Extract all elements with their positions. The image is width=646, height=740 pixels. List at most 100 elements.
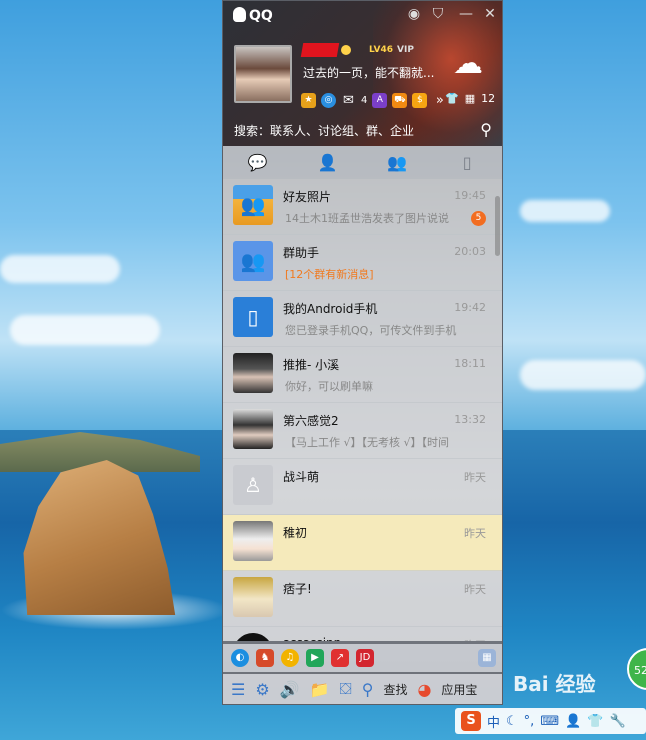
mail-icon[interactable]: ✉ [341,93,356,108]
conversation-time: 18:11 [454,357,486,370]
title-bar[interactable]: QQ ◉ ⛉ — ✕ [223,1,502,31]
conversation-item[interactable]: assassinn 昨天 [223,627,502,641]
cloud [0,255,120,283]
game-app-icon[interactable]: ♞ [256,649,274,667]
vip-badge[interactable]: VIP [397,45,414,55]
app-store-icon[interactable]: ◕ [417,680,431,699]
tab-messages-icon[interactable]: 💬 [223,146,293,179]
conversation-avatar[interactable] [233,409,273,449]
ime-mode-label[interactable]: 中 [487,712,500,731]
skin-icon[interactable]: ◉ [405,5,423,23]
conversation-name: assassinn [283,636,341,641]
weather-icon[interactable]: ☁ [445,45,491,83]
conversation-avatar[interactable]: 👥 [233,241,273,281]
conversation-name: 稚初 [283,526,308,540]
conversation-time: 昨天 [464,527,486,540]
tab-contacts-icon[interactable]: 👤 [293,146,363,179]
minimize-button[interactable]: — [457,5,475,23]
signature[interactable]: 过去的一页，能不翻就... [303,64,434,81]
conversation-item[interactable]: 痞子! 昨天 [223,571,502,627]
cloud [520,200,610,222]
baidu-watermark: Bai 经验 [513,672,596,696]
conversation-item[interactable]: ♙ 战斗萌 昨天 [223,459,502,515]
search-input[interactable]: 搜索：联系人、讨论组、群、企业 [234,122,414,139]
conversation-avatar[interactable]: 👥 [233,185,273,225]
keyboard-icon[interactable]: ⌨ [540,714,559,729]
conversation-item[interactable]: 稚初 昨天 [223,515,502,571]
conversation-avatar[interactable] [233,577,273,617]
moon-icon[interactable]: ☾ [506,714,518,729]
level-badge[interactable]: LV46 [369,45,393,55]
task-icon[interactable]: ⛋ [340,679,352,699]
tab-phone-icon[interactable]: ▯ [432,146,502,179]
tshirt-icon[interactable]: 👕 [445,92,459,105]
conversation-avatar[interactable] [233,521,273,561]
cloud [10,315,160,345]
conversation-item[interactable]: 👥 好友照片 19:45 14土木1班孟世浩发表了图片说说 5 [223,179,502,235]
browser-app-icon[interactable]: ◐ [231,649,249,667]
punctuation-icon[interactable]: °, [524,714,535,729]
find-icon[interactable]: ⚲ [362,680,374,699]
conversation-preview: 您已登录手机QQ，可传文件到手机 [285,324,457,337]
conversation-time: 20:03 [454,245,486,258]
volume-icon[interactable]: 🔊 [280,680,300,699]
conversation-item[interactable]: 推推- 小溪 18:11 你好，可以刷单嘛 [223,347,502,403]
quick-apps-bar: ◐ ♞ ♫ ▶ ↗ JD ▦ [223,644,502,672]
unread-badge: 5 [471,211,486,226]
app-store-button[interactable]: 应用宝 [441,681,477,698]
tab-groups-icon[interactable]: 👥 [363,146,433,179]
app-center-icon[interactable]: A [372,92,388,108]
skin-shirt-icon[interactable]: 👕 [587,714,603,729]
shield-icon[interactable]: ⛉ [429,5,447,23]
grid-icon[interactable]: ▦ [465,92,475,105]
scrollbar[interactable] [495,196,500,256]
main-menu-icon[interactable]: ☰ [231,680,245,699]
music-app-icon[interactable]: ♫ [281,649,299,667]
main-toolbar: ☰ ⚙ 🔊 📁 ⛋ ⚲ 查找 ◕ 应用宝 [223,674,502,704]
conversation-avatar[interactable]: ♙ [233,465,273,505]
jd-app-icon[interactable]: JD [356,649,374,667]
wrench-icon[interactable]: 🔧 [609,714,625,729]
file-folder-icon[interactable]: 📁 [310,680,330,699]
conversation-preview: 【马上工作 √】【无考核 √】【时间 [285,436,450,449]
browser-icon[interactable]: ◎ [321,92,336,108]
more-count: 12 [481,92,496,105]
conversation-item[interactable]: 第六感觉2 13:32 【马上工作 √】【无考核 √】【时间 [223,403,502,459]
conversation-avatar[interactable] [233,353,273,393]
settings-icon[interactable]: ⚙ [255,680,269,699]
qq-logo: QQ [233,7,273,24]
conversation-avatar[interactable]: ▯ [233,297,273,337]
conversation-time: 13:32 [454,413,486,426]
user-icon[interactable]: 👤 [565,714,581,729]
ime-toolbar: S 中 ☾ °, ⌨ 👤 👕 🔧 [455,708,646,734]
conversation-time: 昨天 [464,637,486,641]
conversation-name: 我的Android手机 [283,302,378,316]
status-online-icon[interactable] [341,45,351,55]
search-icon[interactable]: ⚲ [480,120,492,139]
conversation-item[interactable]: ▯ 我的Android手机 19:42 您已登录手机QQ，可传文件到手机 [223,291,502,347]
conversation-avatar[interactable] [233,633,273,641]
qq-main-window: QQ ◉ ⛉ — ✕ LV46 VIP 过去的一页，能不翻就... ☁ ★ ◎ … [222,0,503,705]
app-icons-row: ★ ◎ ✉ 4 A ⛟ $ » [301,91,447,109]
conversation-name: 战斗萌 [283,470,320,484]
conversation-time: 19:45 [454,189,486,202]
conversation-name: 推推- 小溪 [283,358,340,372]
conversation-time: 昨天 [464,583,486,596]
conversation-preview: 14土木1班孟世浩发表了图片说说 [285,212,449,225]
wallet-icon[interactable]: $ [412,92,428,108]
star-icon[interactable]: ★ [301,92,316,108]
sogou-ime-icon[interactable]: S [461,711,481,731]
conversation-time: 19:42 [454,301,486,314]
mail-count: 4 [361,94,368,106]
conversation-item[interactable]: 👥 群助手 20:03 [12个群有新消息] [223,235,502,291]
conversation-name: 痞子! [283,582,312,596]
shopping-cart-icon[interactable]: ⛟ [392,92,408,108]
app-manager-icon[interactable]: ▦ [478,649,496,667]
search-bar[interactable]: 搜索：联系人、讨论组、群、企业 ⚲ [223,115,502,143]
close-button[interactable]: ✕ [481,5,499,23]
avatar[interactable] [234,45,292,103]
video-app-icon[interactable]: ▶ [306,649,324,667]
stock-app-icon[interactable]: ↗ [331,649,349,667]
nickname-redacted[interactable] [300,43,340,57]
find-button[interactable]: 查找 [383,681,407,698]
